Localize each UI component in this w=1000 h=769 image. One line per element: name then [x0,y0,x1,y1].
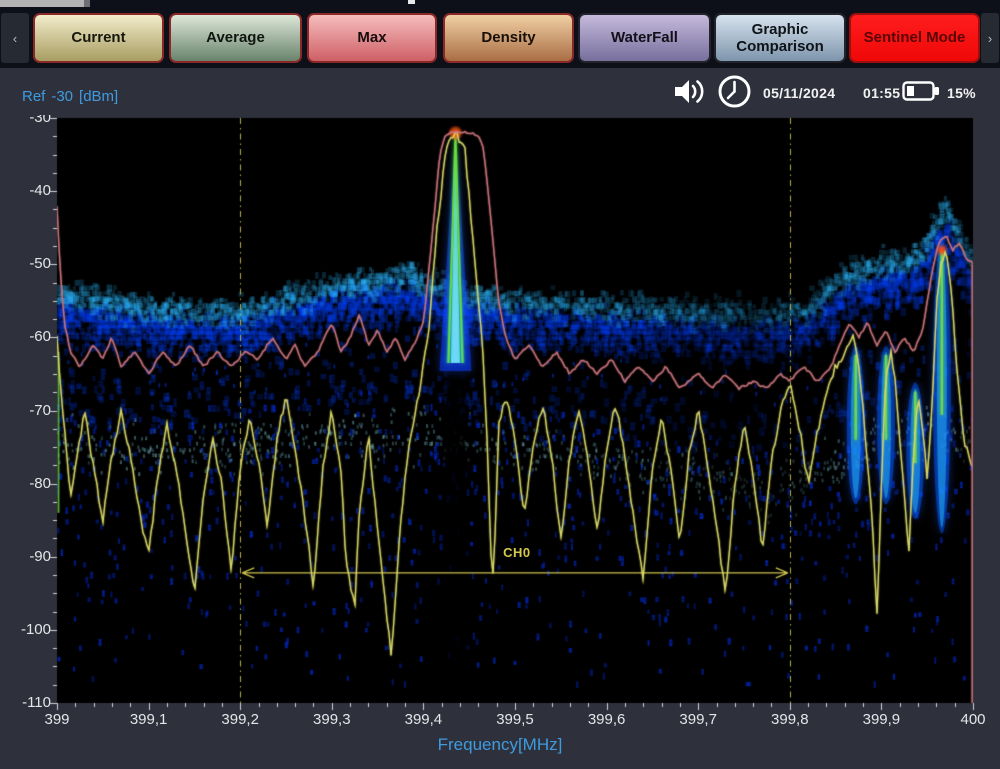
x-tick-label: 399,6 [575,711,639,728]
toolbar: ‹ CurrentAverageMaxDensityWaterFallGraph… [0,0,1000,68]
battery-percent: 15% [947,85,976,101]
y-tick-label: -100 [0,621,51,638]
toolbar-button-waterfall[interactable]: WaterFall [578,13,711,63]
toolbar-scroll-right-button[interactable]: › [981,13,999,63]
x-tick-label: 399,9 [849,711,913,728]
chevron-right-icon: › [988,31,992,46]
speaker-icon[interactable] [672,76,706,112]
y-tick-label: -50 [0,255,51,272]
reference-level: Ref -30 [dBm] [22,88,124,105]
toolbar-button-average[interactable]: Average [169,13,302,63]
x-tick-label: 399 [25,711,89,728]
y-tick-label: -60 [0,328,51,345]
y-tick-label: -80 [0,475,51,492]
y-tick-label: -110 [0,694,51,711]
x-tick-label: 399,4 [391,711,455,728]
x-axis-label: Frequency[MHz] [395,735,605,755]
time-text: 01:55 [863,85,900,101]
toolbar-button-max[interactable]: Max [307,13,437,63]
top-tick-artifact [408,0,415,4]
y-tick-label: -40 [0,182,51,199]
x-tick-label: 399,8 [758,711,822,728]
toolbar-button-current[interactable]: Current [33,13,164,63]
battery-icon [902,80,941,107]
x-tick-label: 399,3 [300,711,364,728]
toolbar-button-density[interactable]: Density [443,13,574,63]
spectrum-plot[interactable] [0,0,1000,769]
x-tick-label: 399,7 [666,711,730,728]
ref-unit: [dBm] [79,88,118,105]
date-text: 05/11/2024 [763,85,835,101]
toolbar-scroll-left-button[interactable]: ‹ [1,13,29,63]
ref-value: -30 [51,88,73,105]
clock-icon [716,73,753,115]
ref-label: Ref [22,88,45,105]
toolbar-button-sentinel-mode[interactable]: Sentinel Mode [849,13,980,63]
y-tick-label: -70 [0,402,51,419]
x-tick-label: 400 [941,711,1000,728]
toolbar-button-graphic-comparison[interactable]: Graphic Comparison [714,13,846,63]
x-tick-label: 399,5 [483,711,547,728]
status-bar: Ref -30 [dBm] 05/11/2024 01:55 15% [0,68,1000,115]
x-tick-label: 399,2 [208,711,272,728]
chevron-left-icon: ‹ [13,31,17,46]
window-fragment [0,0,90,7]
x-tick-label: 399,1 [117,711,181,728]
channel-marker-label: CH0 [503,545,531,560]
y-tick-label: -90 [0,548,51,565]
